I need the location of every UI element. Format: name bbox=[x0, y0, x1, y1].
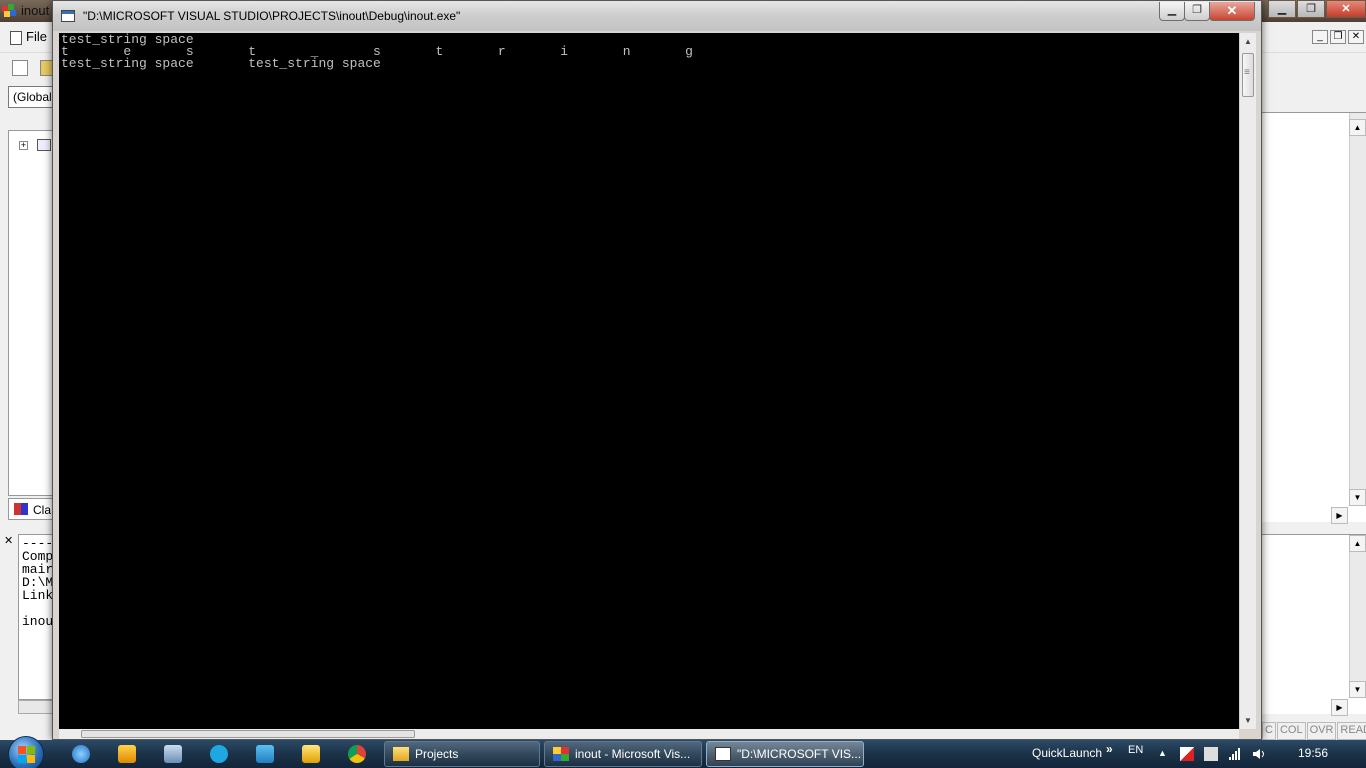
vscroll-thumb[interactable] bbox=[1242, 53, 1254, 97]
taskbar-item-label: "D:\MICROSOFT VIS... bbox=[737, 747, 862, 761]
scroll-down-icon[interactable]: ▼ bbox=[1240, 712, 1256, 729]
mdi-close-button[interactable]: ✕ bbox=[1348, 30, 1364, 44]
scroll-right-icon[interactable]: ▶ bbox=[1331, 699, 1348, 716]
signal-icon[interactable] bbox=[1228, 747, 1242, 761]
quicklaunch-chevron-icon[interactable]: » bbox=[1106, 742, 1113, 756]
classview-icon bbox=[14, 503, 28, 515]
menu-file-label: File bbox=[26, 29, 47, 44]
ide-minimize-button[interactable]: ▁ bbox=[1268, 0, 1296, 18]
editor-pane: ▲ ▼ ▶ bbox=[1262, 112, 1366, 524]
class-tree-icon bbox=[37, 139, 51, 151]
console-maximize-button[interactable]: ❐ bbox=[1184, 2, 1210, 21]
scroll-down-icon[interactable]: ▼ bbox=[1349, 681, 1366, 698]
internet-explorer-icon[interactable] bbox=[72, 745, 90, 763]
status-cell: OVR bbox=[1306, 722, 1337, 740]
windows-logo-icon bbox=[18, 746, 36, 764]
console-icon bbox=[715, 747, 731, 761]
taskbar-item-label: inout - Microsoft Vis... bbox=[575, 747, 691, 761]
bolt-app-icon[interactable] bbox=[302, 745, 320, 763]
ide-status-strip: C COL OVR READ bbox=[1262, 722, 1366, 740]
clock[interactable]: 19:56 bbox=[1298, 746, 1328, 760]
tray-expand-icon[interactable]: ▲ bbox=[1158, 748, 1167, 758]
taskbar-item-console[interactable]: "D:\MICROSOFT VIS... bbox=[706, 741, 864, 767]
output-panel: ✕ ---- Comp mair D:\M Link inou bbox=[0, 530, 54, 740]
console-vscrollbar[interactable]: ▲ ▼ bbox=[1239, 33, 1256, 729]
output-line: inou bbox=[22, 614, 54, 629]
scroll-up-icon[interactable]: ▲ bbox=[1349, 119, 1366, 136]
secondary-vscrollbar[interactable] bbox=[1349, 535, 1366, 697]
start-button[interactable] bbox=[8, 736, 44, 768]
media-player-icon[interactable] bbox=[118, 745, 136, 763]
workspace-tab-label: Cla bbox=[33, 503, 52, 517]
visual-studio-icon bbox=[553, 747, 569, 761]
workspace-panel: + bbox=[8, 130, 54, 496]
action-center-icon[interactable] bbox=[1180, 747, 1194, 761]
console-hscrollbar[interactable] bbox=[59, 729, 1239, 739]
workspace-tab-classview[interactable]: Cla bbox=[8, 498, 54, 520]
document-icon bbox=[10, 30, 22, 45]
output-text: ---- Comp mair D:\M Link inou bbox=[18, 534, 54, 700]
ide-close-button[interactable]: ✕ bbox=[1326, 0, 1366, 18]
console-close-button[interactable]: ✕ bbox=[1209, 2, 1255, 21]
output-line: Link bbox=[22, 588, 54, 603]
scope-combo[interactable]: (Globals bbox=[8, 86, 54, 108]
tree-expand-icon[interactable]: + bbox=[19, 141, 28, 150]
console-line: test_string space test_string space bbox=[61, 56, 381, 71]
computer-icon[interactable] bbox=[164, 745, 182, 763]
quicklaunch-label[interactable]: QuickLaunch bbox=[1032, 746, 1102, 760]
console-app-icon[interactable] bbox=[61, 10, 75, 22]
output-close-icon[interactable]: ✕ bbox=[4, 534, 13, 547]
console-titlebar[interactable]: "D:\MICROSOFT VISUAL STUDIO\PROJECTS\ino… bbox=[53, 1, 1261, 31]
editor-vscrollbar[interactable] bbox=[1349, 113, 1366, 505]
taskbar: Projects inout - Microsoft Vis... "D:\MI… bbox=[0, 736, 1366, 768]
console-output[interactable]: test_string space t e s t _ s t r i n g te… bbox=[59, 33, 1239, 729]
taskbar-item-projects[interactable]: Projects bbox=[384, 741, 540, 767]
volume-icon[interactable] bbox=[1252, 747, 1266, 761]
chrome-icon[interactable] bbox=[348, 745, 366, 763]
menu-file[interactable]: File bbox=[10, 29, 47, 45]
console-title: "D:\MICROSOFT VISUAL STUDIO\PROJECTS\ino… bbox=[83, 9, 461, 23]
folder-icon bbox=[393, 747, 409, 761]
scroll-right-icon[interactable]: ▶ bbox=[1331, 507, 1348, 524]
mdi-minimize-button[interactable]: _ bbox=[1312, 30, 1328, 44]
messenger-icon[interactable] bbox=[256, 745, 274, 763]
status-cell: COL bbox=[1276, 722, 1306, 740]
ide-title: inout bbox=[21, 3, 50, 18]
taskbar-item-label: Projects bbox=[415, 747, 459, 761]
output-hscrollbar[interactable] bbox=[18, 700, 54, 714]
secondary-pane: ▲ ▼ ▶ bbox=[1262, 534, 1366, 716]
hscroll-thumb[interactable] bbox=[81, 730, 415, 738]
console-window: "D:\MICROSOFT VISUAL STUDIO\PROJECTS\ino… bbox=[52, 0, 1262, 740]
skype-icon[interactable] bbox=[210, 745, 228, 763]
new-file-icon[interactable] bbox=[12, 60, 28, 76]
scroll-up-icon[interactable]: ▲ bbox=[1240, 33, 1256, 50]
scroll-down-icon[interactable]: ▼ bbox=[1349, 489, 1366, 506]
network-adapter-icon[interactable] bbox=[1204, 747, 1218, 761]
mdi-restore-button[interactable]: ❐ bbox=[1330, 30, 1346, 44]
language-indicator[interactable]: EN bbox=[1128, 744, 1143, 756]
ide-maximize-button[interactable]: ❐ bbox=[1297, 0, 1325, 18]
console-minimize-button[interactable]: ▁ bbox=[1159, 2, 1185, 21]
taskbar-item-visual-studio[interactable]: inout - Microsoft Vis... bbox=[544, 741, 702, 767]
status-cell: READ bbox=[1337, 722, 1366, 740]
status-cell: C bbox=[1262, 722, 1276, 740]
visual-studio-icon bbox=[2, 4, 16, 17]
scroll-up-icon[interactable]: ▲ bbox=[1349, 535, 1366, 552]
